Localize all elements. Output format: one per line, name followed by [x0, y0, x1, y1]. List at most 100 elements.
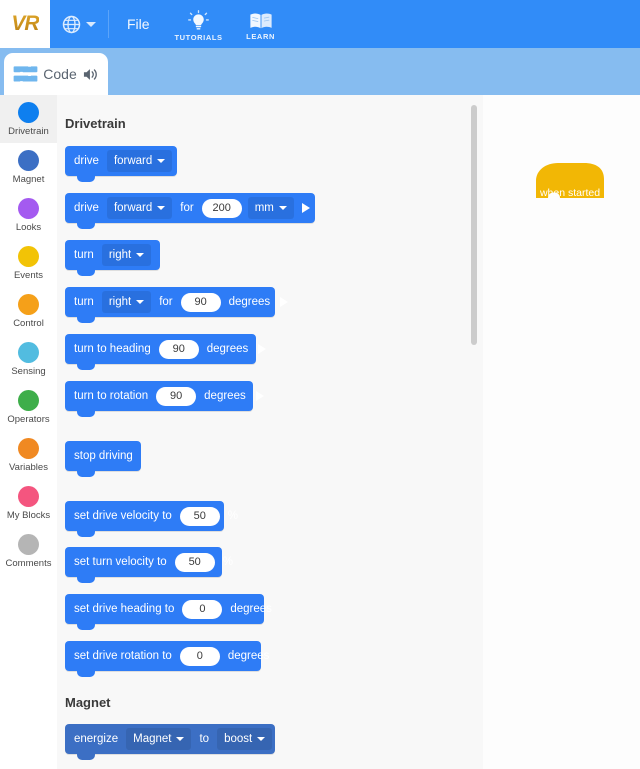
learn-label: LEARN	[246, 31, 275, 41]
block-bottom-notch	[77, 624, 95, 630]
palette-block[interactable]: drive forward for 200 mm	[65, 188, 315, 229]
palette-section-heading: Magnet	[65, 695, 111, 710]
play-icon[interactable]	[280, 297, 289, 307]
sidebar-item-drivetrain[interactable]: Drivetrain	[0, 95, 57, 143]
block-label: degrees	[230, 603, 272, 615]
palette-block[interactable]: energize Magnet to boost	[65, 719, 275, 760]
globe-icon	[62, 15, 81, 33]
learn-button[interactable]: LEARN	[230, 0, 292, 48]
block-label: %	[222, 556, 233, 568]
block-number-input[interactable]: 90	[180, 292, 221, 312]
block-dropdown[interactable]: Magnet	[126, 728, 192, 750]
category-color-dot	[18, 437, 39, 459]
block-bottom-notch	[77, 671, 95, 677]
block-dropdown-value: right	[108, 296, 132, 308]
sidebar-item-events[interactable]: Events	[0, 239, 57, 287]
category-color-dot	[18, 245, 39, 267]
block-top-notch	[77, 235, 95, 240]
block-dropdown[interactable]: mm	[247, 197, 294, 219]
palette-block[interactable]: turn to heading 90 degrees	[65, 329, 267, 370]
block-bottom-notch	[77, 317, 95, 323]
palette-scrollbar[interactable]	[471, 105, 477, 345]
speaker-icon[interactable]	[82, 67, 99, 82]
category-color-dot	[18, 341, 39, 363]
sidebar-item-variables[interactable]: Variables	[0, 431, 57, 479]
palette-block[interactable]: turn right	[65, 235, 160, 276]
tab-code-label: Code	[43, 66, 77, 82]
when-started-block[interactable]: when started	[534, 161, 606, 208]
block-number-input[interactable]: 200	[201, 198, 242, 218]
sidebar-item-magnet[interactable]: Magnet	[0, 143, 57, 191]
play-icon[interactable]	[255, 391, 264, 401]
block-dropdown-value: Magnet	[133, 733, 172, 745]
block-number-input[interactable]: 90	[156, 386, 197, 406]
block-number-input[interactable]: 90	[158, 339, 199, 359]
block-number-input[interactable]: 50	[174, 552, 215, 572]
palette-block[interactable]: turn right for 90 degrees	[65, 282, 289, 323]
category-sidebar[interactable]: Drivetrain Magnet Looks Events Control Sensin…	[0, 95, 58, 769]
palette-block[interactable]: set drive heading to 0 degrees	[65, 589, 272, 630]
block-dropdown-value: boost	[224, 733, 253, 745]
sidebar-item-label: Control	[13, 317, 44, 329]
block-dropdown[interactable]: right	[101, 291, 152, 313]
block-top-notch	[77, 141, 95, 146]
sidebar-item-label: Magnet	[12, 173, 45, 185]
block-label: set drive rotation to	[74, 650, 172, 662]
tab-code[interactable]: Code	[4, 53, 108, 95]
sidebar-item-comments[interactable]: Comments	[0, 527, 57, 575]
palette-block[interactable]: set turn velocity to 50%	[65, 542, 233, 583]
sidebar-item-operators[interactable]: Operators	[0, 383, 57, 431]
block-dropdown-value: forward	[113, 155, 153, 167]
block-palette-flyout[interactable]: Drivetrain drive forward drive forward for 200…	[57, 95, 483, 769]
block-number-input[interactable]: 0	[182, 599, 223, 619]
when-started-label: when started	[539, 187, 601, 199]
chevron-down-icon	[157, 159, 166, 163]
top-toolbar: VR File TUTORIALS LEARN	[0, 0, 640, 48]
block-bottom-notch	[77, 411, 95, 417]
palette-block[interactable]: set drive velocity to 50%	[65, 496, 238, 537]
palette-block[interactable]: turn to rotation 90 degrees	[65, 376, 264, 417]
block-label: stop driving	[74, 450, 133, 462]
chevron-down-icon	[176, 737, 185, 741]
sidebar-item-label: Looks	[15, 221, 42, 233]
block-label: energize	[74, 733, 119, 745]
category-color-dot	[18, 149, 39, 171]
block-dropdown[interactable]: boost	[217, 728, 273, 750]
block-label: turn	[74, 249, 94, 261]
block-dropdown[interactable]: forward	[106, 150, 173, 172]
sidebar-item-my-blocks[interactable]: My Blocks	[0, 479, 57, 527]
block-bottom-notch	[77, 531, 95, 537]
block-label: set turn velocity to	[74, 556, 167, 568]
sidebar-item-label: Events	[13, 269, 44, 281]
sidebar-item-control[interactable]: Control	[0, 287, 57, 335]
sidebar-item-looks[interactable]: Looks	[0, 191, 57, 239]
block-dropdown[interactable]: forward	[106, 197, 173, 219]
tutorials-label: TUTORIALS	[174, 32, 223, 42]
block-bottom-notch	[77, 223, 95, 229]
palette-section-heading: Drivetrain	[65, 116, 126, 131]
tutorials-button[interactable]: TUTORIALS	[168, 0, 230, 48]
chevron-down-icon	[136, 300, 145, 304]
block-dropdown-value: mm	[254, 202, 274, 214]
block-top-notch	[77, 719, 95, 724]
palette-block[interactable]: stop driving	[65, 436, 141, 477]
sidebar-item-sensing[interactable]: Sensing	[0, 335, 57, 383]
play-icon[interactable]	[301, 203, 310, 213]
language-selector[interactable]	[50, 0, 108, 48]
block-number-input[interactable]: 50	[179, 506, 220, 526]
file-menu-button[interactable]: File	[109, 0, 168, 48]
block-dropdown-value: forward	[113, 202, 153, 214]
palette-block[interactable]: drive forward	[65, 141, 177, 182]
block-bottom-notch	[77, 364, 95, 370]
sidebar-item-label: Drivetrain	[8, 125, 49, 137]
sidebar-item-label: Operators	[7, 413, 50, 425]
block-dropdown[interactable]: right	[101, 244, 152, 266]
chevron-down-icon	[278, 206, 287, 210]
play-icon[interactable]	[258, 344, 267, 354]
block-label: degrees	[204, 390, 246, 402]
block-dropdown-value: right	[108, 249, 132, 261]
palette-block[interactable]: set drive rotation to 0 degrees	[65, 636, 269, 677]
code-workspace[interactable]: when started	[483, 95, 640, 769]
block-top-notch	[77, 496, 95, 501]
block-number-input[interactable]: 0	[179, 646, 220, 666]
